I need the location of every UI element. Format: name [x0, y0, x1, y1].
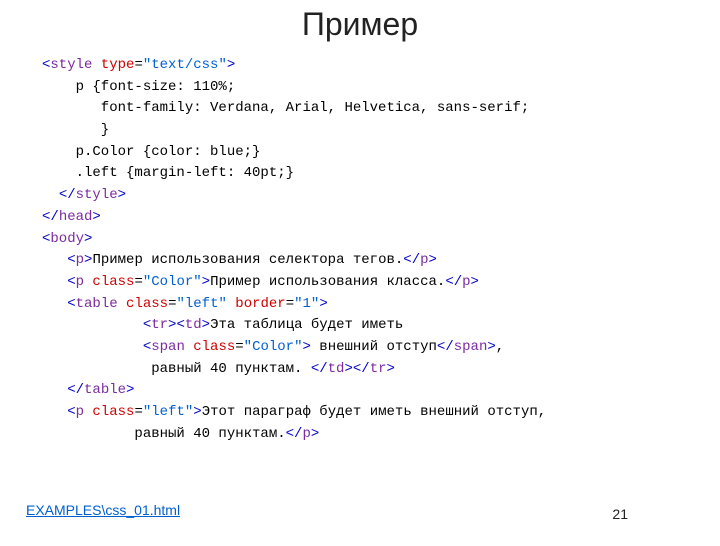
tag-table: table [76, 296, 118, 312]
gt: > [193, 404, 201, 420]
tag-tr-close: tr [370, 361, 387, 377]
val-border: "1" [294, 296, 319, 312]
text: равный 40 пунктам. [42, 426, 286, 442]
lt: < [176, 317, 184, 333]
text: Пример использования класса. [210, 274, 445, 290]
css-rule: font-family: Verdana, Arial, Helvetica, … [42, 100, 529, 116]
gt: > [487, 339, 495, 355]
page-number: 21 [612, 506, 628, 522]
eq: = [286, 296, 294, 312]
gt: > [319, 296, 327, 312]
lt: </ [42, 209, 59, 225]
lt: < [67, 274, 75, 290]
lt: < [143, 317, 151, 333]
attr-class: class [84, 274, 134, 290]
gt: > [429, 252, 437, 268]
tag-span: span [151, 339, 185, 355]
val-color: "Color" [143, 274, 202, 290]
eq: = [134, 57, 142, 73]
gt: > [92, 209, 100, 225]
css-rule: } [42, 122, 109, 138]
tag-p: p [76, 252, 84, 268]
gt: > [302, 339, 310, 355]
text: Эта таблица будет иметь [210, 317, 403, 333]
gt: > [126, 382, 134, 398]
tag-tr: tr [151, 317, 168, 333]
lt: </ [437, 339, 454, 355]
lt: </ [311, 361, 328, 377]
lt: </ [59, 187, 76, 203]
val-color: "Color" [244, 339, 303, 355]
tag-span-close: span [454, 339, 488, 355]
lt: < [67, 404, 75, 420]
attr-border: border [227, 296, 286, 312]
val-left: "left" [143, 404, 193, 420]
tag-td: td [185, 317, 202, 333]
eq: = [235, 339, 243, 355]
val-left: "left" [176, 296, 226, 312]
lt: </ [353, 361, 370, 377]
gt: > [471, 274, 479, 290]
text: равный 40 пунктам. [42, 361, 311, 377]
gt: > [202, 274, 210, 290]
gt: > [387, 361, 395, 377]
tag-table-close: table [84, 382, 126, 398]
tag-p: p [76, 274, 84, 290]
lt: </ [445, 274, 462, 290]
gt: > [311, 426, 319, 442]
attr-class: class [118, 296, 168, 312]
css-rule: p {font-size: 110%; [42, 79, 235, 95]
gt: > [84, 231, 92, 247]
attr-type: type [92, 57, 134, 73]
attr-class: class [84, 404, 134, 420]
tag-style: style [50, 57, 92, 73]
css-rule: p.Color {color: blue;} [42, 144, 260, 160]
tag-p: p [76, 404, 84, 420]
tag-p-close: p [462, 274, 470, 290]
lt: < [67, 296, 75, 312]
attr-class: class [185, 339, 235, 355]
text: Пример использования селектора тегов. [92, 252, 403, 268]
tag-body: body [50, 231, 84, 247]
eq: = [134, 274, 142, 290]
gt: > [344, 361, 352, 377]
tag-p-close: p [302, 426, 310, 442]
lt: < [67, 252, 75, 268]
text: , [496, 339, 504, 355]
text: внешний отступ [311, 339, 437, 355]
eq: = [134, 404, 142, 420]
example-link[interactable]: EXAMPLES\css_01.html [26, 502, 180, 518]
lt: < [143, 339, 151, 355]
tag-head-close: head [59, 209, 93, 225]
lt: </ [286, 426, 303, 442]
lt: </ [67, 382, 84, 398]
lt: </ [403, 252, 420, 268]
code-block: <style type="text/css"> p {font-size: 11… [0, 55, 720, 445]
tag-td-close: td [328, 361, 345, 377]
gt: > [227, 57, 235, 73]
slide-title: Пример [0, 6, 720, 43]
text: Этот параграф будет иметь внешний отступ… [202, 404, 546, 420]
tag-p-close: p [420, 252, 428, 268]
gt: > [202, 317, 210, 333]
tag-style-close: style [76, 187, 118, 203]
val-textcss: "text/css" [143, 57, 227, 73]
css-rule: .left {margin-left: 40pt;} [42, 165, 294, 181]
gt: > [118, 187, 126, 203]
